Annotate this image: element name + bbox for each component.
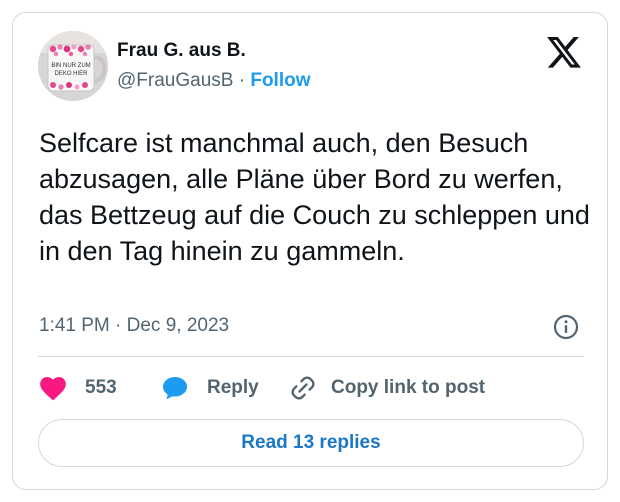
heart-icon bbox=[40, 377, 66, 401]
like-button[interactable]: 553 bbox=[39, 371, 117, 405]
avatar[interactable]: BIN NUR ZUM DEKO HIER bbox=[38, 31, 108, 101]
author-handle[interactable]: @FrauGausB bbox=[117, 70, 233, 91]
x-logo-icon[interactable] bbox=[547, 37, 581, 68]
tweet-timestamp[interactable]: 1:41 PM · Dec 9, 2023 bbox=[39, 314, 229, 338]
divider bbox=[38, 356, 584, 357]
copy-link-button[interactable]: Copy link to post bbox=[289, 371, 485, 405]
avatar-image: BIN NUR ZUM DEKO HIER bbox=[38, 31, 108, 101]
avatar-mug-text-1: BIN NUR ZUM bbox=[51, 63, 90, 69]
link-icon bbox=[291, 376, 315, 400]
avatar-mug-text-2: DEKO HIER bbox=[54, 71, 88, 77]
handle-separator: · bbox=[238, 70, 246, 91]
tweet-card: BIN NUR ZUM DEKO HIER Frau G. aus B. @Fr… bbox=[12, 12, 608, 490]
author-name[interactable]: Frau G. aus B. bbox=[117, 40, 246, 62]
speech-bubble-icon bbox=[163, 377, 187, 400]
read-replies-button[interactable]: Read 13 replies bbox=[38, 419, 584, 467]
read-replies-label: Read 13 replies bbox=[241, 432, 381, 453]
author-handle-row: @FrauGausB · Follow bbox=[117, 70, 311, 92]
info-icon[interactable] bbox=[553, 314, 579, 340]
copy-link-label: Copy link to post bbox=[331, 377, 486, 398]
like-count: 553 bbox=[85, 377, 117, 398]
tweet-text: Selfcare ist manchmal auch, den Besuch a… bbox=[39, 128, 590, 266]
reply-label: Reply bbox=[207, 377, 259, 398]
reply-button[interactable]: Reply bbox=[161, 371, 259, 405]
follow-button[interactable]: Follow bbox=[250, 70, 310, 91]
